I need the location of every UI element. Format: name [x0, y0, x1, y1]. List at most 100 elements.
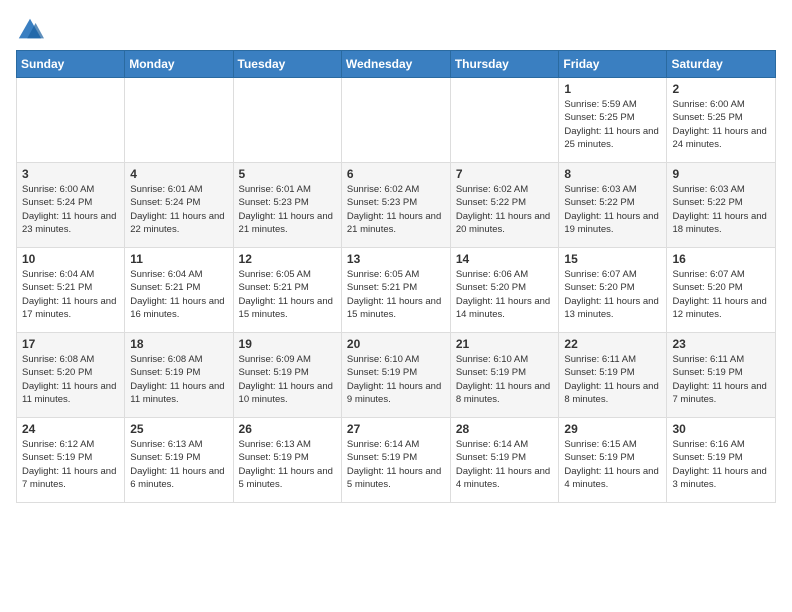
calendar-cell: 15Sunrise: 6:07 AMSunset: 5:20 PMDayligh… [559, 248, 667, 333]
calendar-cell: 1 Sunrise: 5:59 AMSunset: 5:25 PMDaylight… [559, 78, 667, 163]
calendar-cell: 23 Sunrise: 6:11 AMSunset: 5:19 PMDayligh… [667, 333, 776, 418]
calendar-cell: 2 Sunrise: 6:00 AMSunset: 5:25 PMDaylight… [667, 78, 776, 163]
day-number: 18 [130, 337, 227, 351]
calendar-cell: 18 Sunrise: 6:08 AMSunset: 5:19 PMDayligh… [125, 333, 233, 418]
day-info: Sunrise: 6:04 AMSunset: 5:21 PMDaylight:… [130, 268, 227, 321]
calendar-week-row: 24 Sunrise: 6:12 AMSunset: 5:19 PMDayligh… [17, 418, 776, 503]
day-info: Sunrise: 6:07 AMSunset: 5:20 PMDaylight:… [672, 268, 770, 321]
day-info: Sunrise: 5:59 AMSunset: 5:25 PMDaylight:… [564, 98, 661, 151]
calendar-cell [341, 78, 450, 163]
day-number: 16 [672, 252, 770, 266]
calendar-week-row: 10Sunrise: 6:04 AMSunset: 5:21 PMDayligh… [17, 248, 776, 333]
day-number: 11 [130, 252, 227, 266]
day-info: Sunrise: 6:12 AMSunset: 5:19 PMDaylight:… [22, 438, 119, 491]
day-number: 22 [564, 337, 661, 351]
calendar-cell: 30 Sunrise: 6:16 AMSunset: 5:19 PMDayligh… [667, 418, 776, 503]
calendar-cell [17, 78, 125, 163]
day-info: Sunrise: 6:11 AMSunset: 5:19 PMDaylight:… [564, 353, 661, 406]
calendar-cell: 27Sunrise: 6:14 AMSunset: 5:19 PMDayligh… [341, 418, 450, 503]
day-info: Sunrise: 6:14 AMSunset: 5:19 PMDaylight:… [456, 438, 554, 491]
calendar-cell: 8 Sunrise: 6:03 AMSunset: 5:22 PMDaylight… [559, 163, 667, 248]
day-number: 21 [456, 337, 554, 351]
calendar-week-row: 1 Sunrise: 5:59 AMSunset: 5:25 PMDaylight… [17, 78, 776, 163]
calendar-cell [233, 78, 341, 163]
calendar-cell: 25 Sunrise: 6:13 AMSunset: 5:19 PMDayligh… [125, 418, 233, 503]
calendar-cell: 17 Sunrise: 6:08 AMSunset: 5:20 PMDayligh… [17, 333, 125, 418]
day-number: 17 [22, 337, 119, 351]
day-number: 28 [456, 422, 554, 436]
calendar-cell: 7Sunrise: 6:02 AMSunset: 5:22 PMDaylight… [450, 163, 559, 248]
day-number: 9 [672, 167, 770, 181]
calendar-cell: 11 Sunrise: 6:04 AMSunset: 5:21 PMDayligh… [125, 248, 233, 333]
calendar-cell: 14 Sunrise: 6:06 AMSunset: 5:20 PMDayligh… [450, 248, 559, 333]
calendar-cell: 26 Sunrise: 6:13 AMSunset: 5:19 PMDayligh… [233, 418, 341, 503]
day-number: 30 [672, 422, 770, 436]
day-number: 26 [239, 422, 336, 436]
day-info: Sunrise: 6:06 AMSunset: 5:20 PMDaylight:… [456, 268, 554, 321]
calendar-table: SundayMondayTuesdayWednesdayThursdayFrid… [16, 50, 776, 503]
day-number: 8 [564, 167, 661, 181]
col-header-tuesday: Tuesday [233, 51, 341, 78]
col-header-monday: Monday [125, 51, 233, 78]
day-info: Sunrise: 6:01 AMSunset: 5:23 PMDaylight:… [239, 183, 336, 236]
calendar-cell: 12 Sunrise: 6:05 AMSunset: 5:21 PMDayligh… [233, 248, 341, 333]
day-number: 1 [564, 82, 661, 96]
day-number: 20 [347, 337, 445, 351]
day-info: Sunrise: 6:00 AMSunset: 5:25 PMDaylight:… [672, 98, 770, 151]
calendar-cell: 5Sunrise: 6:01 AMSunset: 5:23 PMDaylight… [233, 163, 341, 248]
calendar-cell: 10Sunrise: 6:04 AMSunset: 5:21 PMDayligh… [17, 248, 125, 333]
day-info: Sunrise: 6:13 AMSunset: 5:19 PMDaylight:… [130, 438, 227, 491]
col-header-thursday: Thursday [450, 51, 559, 78]
day-number: 12 [239, 252, 336, 266]
day-info: Sunrise: 6:15 AMSunset: 5:19 PMDaylight:… [564, 438, 661, 491]
col-header-friday: Friday [559, 51, 667, 78]
calendar-cell: 24 Sunrise: 6:12 AMSunset: 5:19 PMDayligh… [17, 418, 125, 503]
calendar-cell: 13 Sunrise: 6:05 AMSunset: 5:21 PMDayligh… [341, 248, 450, 333]
day-info: Sunrise: 6:10 AMSunset: 5:19 PMDaylight:… [347, 353, 445, 406]
logo-icon [16, 16, 44, 44]
day-info: Sunrise: 6:08 AMSunset: 5:20 PMDaylight:… [22, 353, 119, 406]
day-number: 23 [672, 337, 770, 351]
calendar-header-row: SundayMondayTuesdayWednesdayThursdayFrid… [17, 51, 776, 78]
day-info: Sunrise: 6:14 AMSunset: 5:19 PMDaylight:… [347, 438, 445, 491]
day-info: Sunrise: 6:16 AMSunset: 5:19 PMDaylight:… [672, 438, 770, 491]
day-number: 3 [22, 167, 119, 181]
page-header [16, 16, 776, 44]
calendar-cell: 20 Sunrise: 6:10 AMSunset: 5:19 PMDayligh… [341, 333, 450, 418]
day-info: Sunrise: 6:05 AMSunset: 5:21 PMDaylight:… [347, 268, 445, 321]
day-info: Sunrise: 6:01 AMSunset: 5:24 PMDaylight:… [130, 183, 227, 236]
day-number: 7 [456, 167, 554, 181]
day-number: 19 [239, 337, 336, 351]
day-number: 14 [456, 252, 554, 266]
day-info: Sunrise: 6:03 AMSunset: 5:22 PMDaylight:… [564, 183, 661, 236]
calendar-cell [125, 78, 233, 163]
calendar-cell: 19 Sunrise: 6:09 AMSunset: 5:19 PMDayligh… [233, 333, 341, 418]
day-info: Sunrise: 6:13 AMSunset: 5:19 PMDaylight:… [239, 438, 336, 491]
day-info: Sunrise: 6:02 AMSunset: 5:23 PMDaylight:… [347, 183, 445, 236]
calendar-cell: 16 Sunrise: 6:07 AMSunset: 5:20 PMDayligh… [667, 248, 776, 333]
col-header-wednesday: Wednesday [341, 51, 450, 78]
day-number: 15 [564, 252, 661, 266]
day-number: 29 [564, 422, 661, 436]
calendar-cell: 21 Sunrise: 6:10 AMSunset: 5:19 PMDayligh… [450, 333, 559, 418]
day-number: 25 [130, 422, 227, 436]
day-number: 6 [347, 167, 445, 181]
calendar-cell [450, 78, 559, 163]
day-info: Sunrise: 6:09 AMSunset: 5:19 PMDaylight:… [239, 353, 336, 406]
day-info: Sunrise: 6:08 AMSunset: 5:19 PMDaylight:… [130, 353, 227, 406]
day-info: Sunrise: 6:05 AMSunset: 5:21 PMDaylight:… [239, 268, 336, 321]
col-header-sunday: Sunday [17, 51, 125, 78]
calendar-cell: 3Sunrise: 6:00 AMSunset: 5:24 PMDaylight… [17, 163, 125, 248]
calendar-cell: 4Sunrise: 6:01 AMSunset: 5:24 PMDaylight… [125, 163, 233, 248]
day-info: Sunrise: 6:04 AMSunset: 5:21 PMDaylight:… [22, 268, 119, 321]
day-info: Sunrise: 6:11 AMSunset: 5:19 PMDaylight:… [672, 353, 770, 406]
day-info: Sunrise: 6:10 AMSunset: 5:19 PMDaylight:… [456, 353, 554, 406]
calendar-cell: 28 Sunrise: 6:14 AMSunset: 5:19 PMDayligh… [450, 418, 559, 503]
calendar-cell: 29 Sunrise: 6:15 AMSunset: 5:19 PMDayligh… [559, 418, 667, 503]
day-info: Sunrise: 6:03 AMSunset: 5:22 PMDaylight:… [672, 183, 770, 236]
day-number: 13 [347, 252, 445, 266]
day-number: 2 [672, 82, 770, 96]
day-number: 24 [22, 422, 119, 436]
calendar-week-row: 17 Sunrise: 6:08 AMSunset: 5:20 PMDayligh… [17, 333, 776, 418]
calendar-cell: 22 Sunrise: 6:11 AMSunset: 5:19 PMDayligh… [559, 333, 667, 418]
